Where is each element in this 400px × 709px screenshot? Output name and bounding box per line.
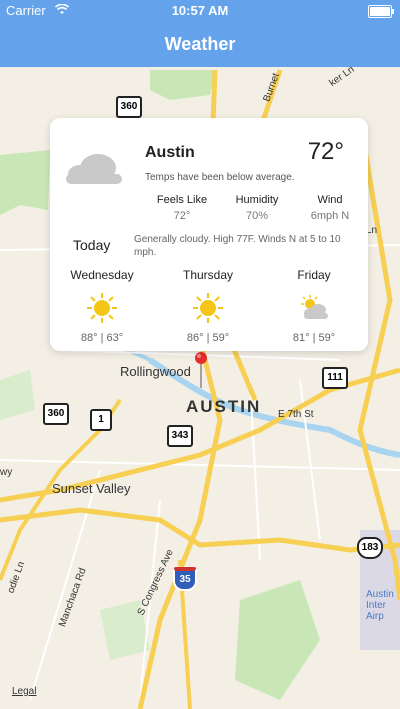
forecast-temps: 81° | 59° (292, 332, 336, 344)
forecast-day: Wednesday (70, 268, 134, 282)
partly-cloudy-icon (301, 295, 328, 319)
status-bar: Carrier 10:57 AM (0, 0, 400, 22)
interstate-shield-35: 35 (173, 567, 197, 591)
status-time: 10:57 AM (171, 3, 229, 18)
map-pin-icon[interactable] (195, 352, 207, 388)
nav-bar: Weather (0, 22, 400, 67)
battery-icon (368, 5, 394, 18)
legal-link[interactable]: Legal (12, 686, 36, 697)
highway-shield-343: 343 (167, 425, 193, 447)
wind-label: Wind (317, 194, 343, 206)
forecast-temps: 88° | 63° (80, 332, 124, 344)
sun-icon (193, 293, 223, 323)
feels-like-value: 72° (173, 210, 191, 222)
highway-shield-111: 111 (322, 367, 348, 389)
weather-summary: Temps have been below average. (145, 172, 295, 183)
nav-title: Weather (164, 34, 236, 54)
highway-shield-360: 360 (43, 403, 69, 425)
today-label: Today (73, 237, 111, 253)
forecast-day: Friday (297, 268, 331, 282)
highway-shield-1: 1 (90, 409, 112, 431)
wind-value: 6mph N (310, 210, 350, 222)
humidity-value: 70% (245, 210, 269, 222)
map-label-austin: AUSTIN (186, 397, 262, 416)
highway-shield-360: 360 (116, 96, 142, 118)
current-temp: 72° (307, 138, 344, 165)
cloud-icon (66, 154, 122, 184)
feels-like-label: Feels Like (156, 194, 208, 206)
humidity-label: Humidity (235, 194, 279, 206)
highway-shield-183: 183 (357, 537, 383, 559)
map-label-wy: wy (0, 467, 13, 478)
forecast-temps: 86° | 59° (186, 332, 230, 344)
today-description: Generally cloudy. High 77F. Winds N at 5… (134, 234, 341, 258)
map-label-sunset-valley: Sunset Valley (52, 481, 131, 496)
map-label-airport: Austin Inter Airp (366, 589, 394, 622)
sun-icon (87, 293, 117, 323)
weather-card: Austin 72° Temps have been below average… (50, 118, 368, 351)
map-label-rollingwood: Rollingwood (120, 364, 191, 379)
city-name: Austin (145, 144, 195, 161)
forecast-day: Thursday (182, 268, 234, 282)
map-label-e7th: E 7th St (278, 409, 314, 420)
